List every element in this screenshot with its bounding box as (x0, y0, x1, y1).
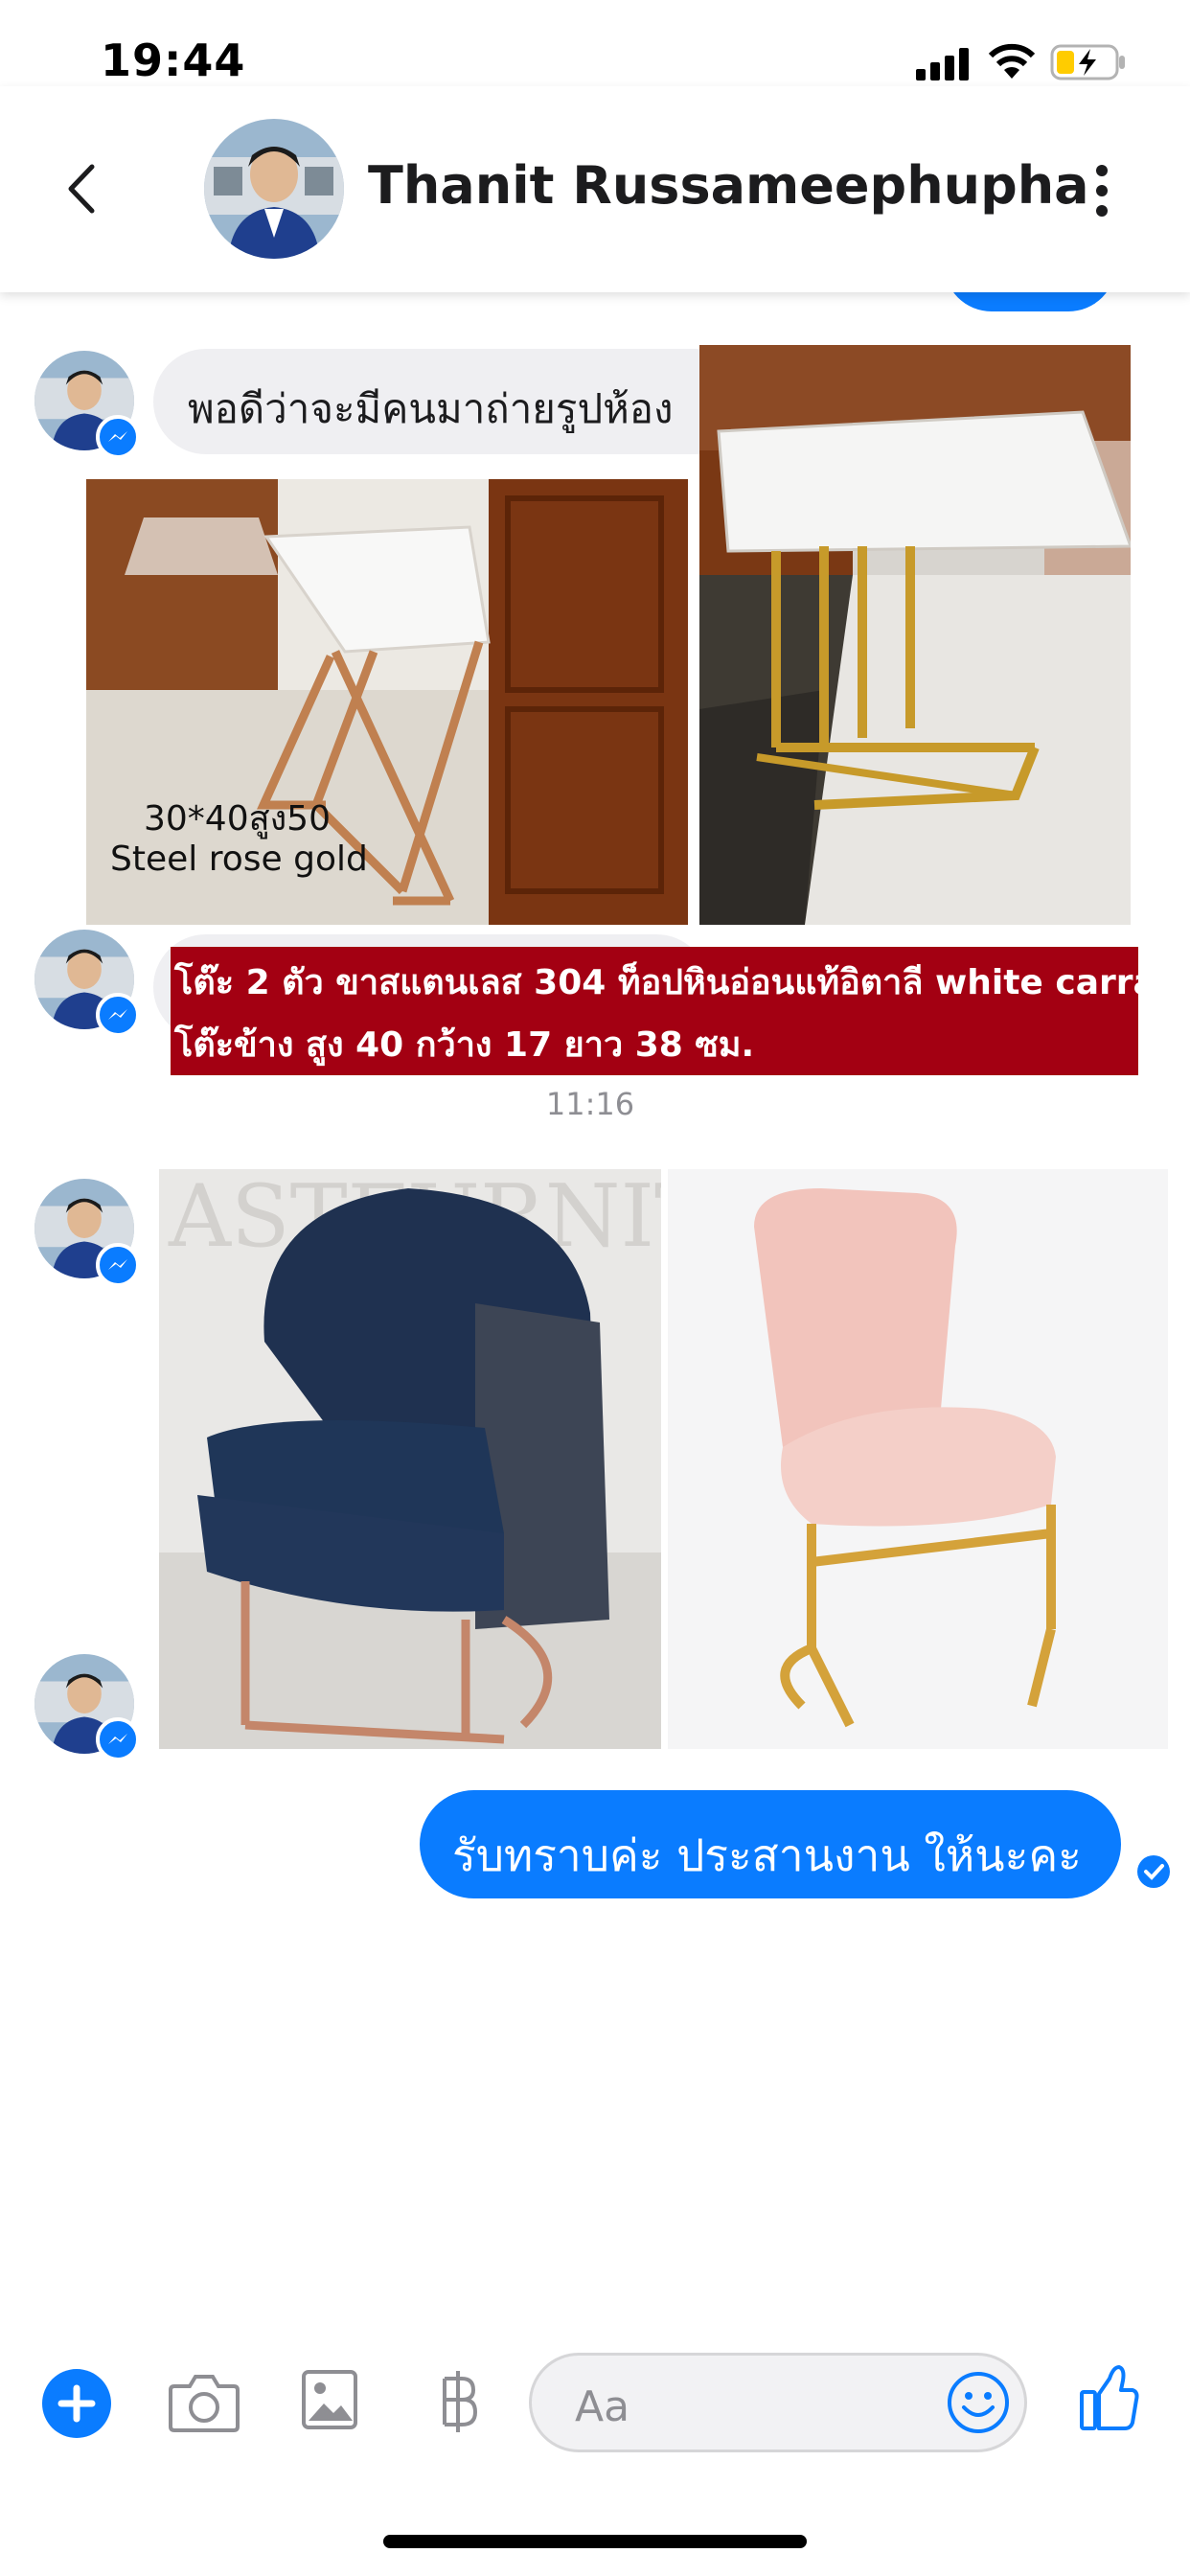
messenger-badge-icon (96, 1717, 140, 1761)
caption-line-2: โต๊ะข้าง สูง 40 กว้าง 17 ยาว 38 ซม. (174, 1025, 755, 1065)
plus-icon[interactable] (42, 2369, 111, 2438)
photo-pink-velvet-chair[interactable] (668, 1169, 1168, 1749)
photo-side-table-c-frame[interactable] (699, 345, 1131, 925)
photo-caption-material: Steel rose gold (110, 840, 368, 879)
emoji-icon[interactable] (947, 2371, 1010, 2434)
cellular-signal-icon (916, 48, 969, 80)
message-timestamp: 11:16 (545, 1086, 635, 1122)
sent-message-bubble[interactable]: รับทราบค่ะ ประสานงาน ให้นะคะ (420, 1790, 1121, 1898)
photo-gallery-icon[interactable] (301, 2369, 358, 2430)
messenger-badge-icon (96, 993, 140, 1037)
message-text: พอดีว่าจะมีคนมาถ่ายรูปห้อง (188, 385, 674, 432)
home-indicator (383, 2535, 807, 2548)
messenger-badge-icon (96, 1243, 140, 1287)
payment-baht-icon[interactable] (433, 2367, 481, 2434)
message-input-placeholder: Aa (575, 2382, 630, 2431)
messenger-badge-icon (96, 415, 140, 459)
contact-name[interactable]: Thanit Russameephupha (368, 155, 1089, 216)
battery-charging-icon (1050, 44, 1125, 80)
back-chevron-icon[interactable] (63, 163, 102, 215)
delivered-check-icon (1137, 1855, 1170, 1888)
camera-icon[interactable] (169, 2371, 240, 2432)
received-message-bubble[interactable]: พอดีว่าจะมีคนมาถ่ายรูปห้อง (153, 349, 747, 454)
more-options-icon[interactable] (1092, 163, 1111, 218)
photo-caption-size: 30*40สูง50 (144, 799, 331, 839)
wifi-icon (988, 43, 1036, 79)
like-thumbs-up-icon[interactable] (1079, 2361, 1140, 2432)
sent-message-text: รับทราบค่ะ ประสานงาน ให้นะคะ (452, 1829, 1082, 1881)
status-time: 19:44 (101, 34, 246, 86)
photo-blue-velvet-armchair[interactable]: ASTFURNITURE (159, 1169, 661, 1749)
caption-line-1: โต๊ะ 2 ตัว ขาสแตนเลส 304 ท็อปหินอ่อนแท้อ… (174, 963, 1190, 1002)
table-description-caption[interactable]: โต๊ะ 2 ตัว ขาสแตนเลส 304 ท็อปหินอ่อนแท้อ… (171, 947, 1190, 1075)
contact-avatar[interactable] (204, 119, 344, 259)
